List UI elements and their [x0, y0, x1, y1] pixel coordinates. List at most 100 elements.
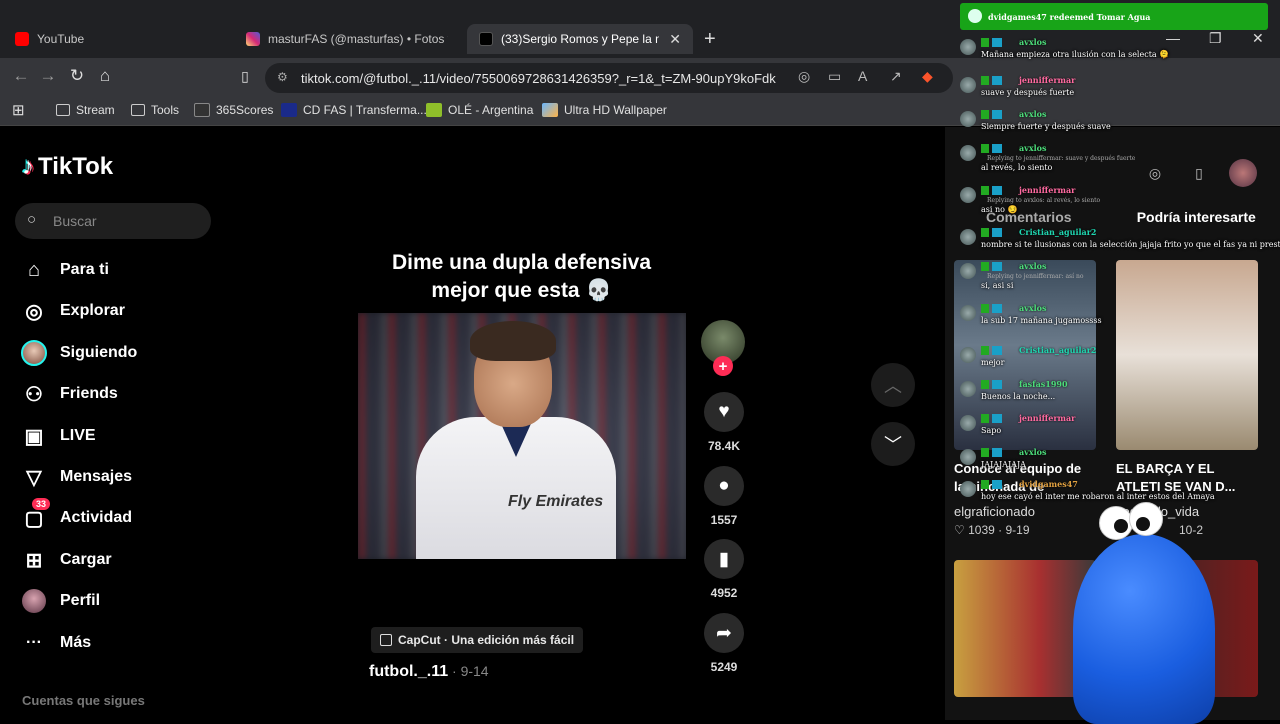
bookmark-link[interactable]: CD FAS | Transferma...: [281, 103, 427, 117]
compass-icon: ◎: [20, 297, 48, 325]
new-tab-button[interactable]: +: [704, 28, 716, 51]
share-button[interactable]: ➦ 5249: [702, 613, 746, 674]
device-icon[interactable]: ▯: [1185, 159, 1213, 187]
nav-label: Mensajes: [60, 468, 132, 486]
chevron-up-icon: ︿: [884, 372, 902, 398]
nav-para-ti[interactable]: ⌂ Para ti: [20, 256, 109, 284]
bookmark-link[interactable]: 365Scores: [194, 103, 273, 117]
notification-badge: 33: [32, 498, 50, 510]
cast-icon[interactable]: ▭: [828, 68, 841, 85]
address-bar[interactable]: ⚙ tiktok.com/@futbol._.11/video/75500697…: [265, 63, 953, 93]
nav-label: Siguiendo: [60, 344, 137, 362]
apps-icon[interactable]: ⊞: [12, 101, 25, 119]
video-player[interactable]: Fly Emirates: [358, 313, 686, 559]
nav-mensajes[interactable]: ▽ Mensajes: [20, 463, 132, 491]
nav-label: Cargar: [60, 551, 112, 569]
video-author[interactable]: elgraficionado: [954, 504, 1035, 519]
bookmark-folder[interactable]: Tools: [131, 103, 179, 117]
bookmark-label: Ultra HD Wallpaper: [564, 103, 667, 117]
comment-button[interactable]: ● 1557: [702, 466, 746, 527]
restore-icon[interactable]: ❐: [1209, 30, 1222, 47]
follow-plus-icon[interactable]: +: [713, 356, 733, 376]
tab-tiktok[interactable]: (33)Sergio Romos y Pepe la mejo ✕: [467, 24, 693, 54]
capcut-tag[interactable]: CapCut · Una edición más fácil: [371, 627, 583, 653]
share-count: 5249: [702, 660, 746, 674]
close-window-icon[interactable]: ✕: [1252, 30, 1264, 47]
tab-title: masturFAS (@masturfas) • Fotos y vid: [268, 32, 448, 46]
nav-actividad[interactable]: ▢33 Actividad: [20, 504, 132, 532]
nav-cargar[interactable]: ⊞ Cargar: [20, 546, 112, 574]
nav-label: Para ti: [60, 261, 109, 279]
capcut-label: CapCut · Una edición más fácil: [398, 633, 574, 647]
translate-icon[interactable]: A: [858, 68, 867, 84]
video-author[interactable]: futbol._.11 · 9-14: [369, 663, 489, 681]
right-panel-tabs: Comentarios Podría interesarte: [945, 209, 1280, 225]
following-icon-wrap: [20, 339, 48, 367]
nav-label: Perfil: [60, 592, 100, 610]
tab-instagram[interactable]: masturFAS (@masturfas) • Fotos y vid: [234, 24, 460, 54]
minimize-icon[interactable]: —: [1166, 30, 1180, 46]
video-thumbnail[interactable]: [954, 260, 1096, 450]
compass-icon[interactable]: ◎: [1141, 159, 1169, 187]
home-icon[interactable]: ⌂: [94, 66, 116, 86]
forward-icon[interactable]: →: [37, 66, 59, 86]
nav-friends[interactable]: ⚇ Friends: [20, 380, 118, 408]
inbox-icon: ▢33: [20, 504, 48, 532]
redeem-icon: [968, 9, 982, 23]
reload-icon[interactable]: ↻: [66, 66, 88, 86]
brave-shield-icon[interactable]: ◆: [922, 68, 933, 85]
bookmark-link[interactable]: Ultra HD Wallpaper: [542, 103, 667, 117]
bookmark-link[interactable]: OLÉ - Argentina: [426, 103, 533, 117]
tab-title: YouTube: [37, 32, 84, 46]
transfermarkt-icon: [281, 103, 297, 117]
like-button[interactable]: ♥ 78.4K: [702, 392, 746, 453]
next-video-button[interactable]: ﹀: [871, 422, 915, 466]
redeem-alert: dvidgames47 redeemed Tomar Agua: [960, 3, 1268, 30]
live-icon: ▣: [20, 422, 48, 450]
nav-siguiendo[interactable]: Siguiendo: [20, 339, 137, 367]
ole-icon: [426, 103, 442, 117]
site-info-icon[interactable]: ⚙: [277, 70, 288, 84]
reader-icon[interactable]: ◎: [798, 68, 810, 85]
mascot-eye: [1099, 506, 1133, 540]
bookmark-icon[interactable]: ▯: [234, 68, 256, 85]
search-icon: ○: [27, 211, 36, 228]
nav-label: LIVE: [60, 427, 96, 445]
share-icon[interactable]: ↗: [890, 68, 902, 85]
like-count: 1039: [968, 523, 995, 537]
tiktok-page: ♪ TikTok ○ Buscar ⌂ Para ti ◎ Explorar S…: [0, 127, 945, 720]
bookmark-folder[interactable]: Stream: [56, 103, 115, 117]
nav-mas[interactable]: ··· Más: [20, 629, 91, 657]
nav-live[interactable]: ▣ LIVE: [20, 422, 96, 450]
send-icon: ▽: [20, 463, 48, 491]
url-text: tiktok.com/@futbol._.11/video/7550069728…: [301, 71, 776, 86]
tab-youtube[interactable]: YouTube: [3, 24, 229, 54]
bookmark-icon: ▮: [704, 539, 744, 579]
video-title[interactable]: EL BARÇA Y EL ATLETI SE VAN D...: [1116, 460, 1256, 496]
tab-comentarios[interactable]: Comentarios: [945, 209, 1113, 225]
search-placeholder: Buscar: [53, 213, 97, 229]
video-stats: ♡ 1039 · 9-19: [954, 523, 1030, 537]
nav-perfil[interactable]: Perfil: [20, 587, 100, 615]
save-count: 4952: [702, 586, 746, 600]
bookmark-label: Tools: [151, 103, 179, 117]
author-name: futbol._.11: [369, 663, 448, 680]
user-avatar[interactable]: [1229, 159, 1257, 187]
video-title[interactable]: Conoce al equipo de la hinchada de: [954, 460, 1094, 496]
caption-line: mejor que esta 💀: [359, 277, 684, 305]
back-icon[interactable]: ←: [10, 66, 32, 86]
plus-square-icon: ⊞: [20, 546, 48, 574]
nav-explorar[interactable]: ◎ Explorar: [20, 297, 125, 325]
search-input[interactable]: ○ Buscar: [15, 203, 211, 239]
post-date: · 9-14: [448, 663, 488, 679]
tiktok-logo[interactable]: ♪ TikTok: [22, 153, 113, 181]
save-button[interactable]: ▮ 4952: [702, 539, 746, 600]
video-thumbnail[interactable]: [1116, 260, 1258, 450]
previous-video-button[interactable]: ︿: [871, 363, 915, 407]
home-icon: ⌂: [20, 256, 48, 284]
tiktok-note-icon: ♪: [22, 153, 34, 181]
toolbar: ← → ↻ ⌂ ▯ ⚙ tiktok.com/@futbol._.11/vide…: [0, 58, 1280, 96]
tab-podria-interesarte[interactable]: Podría interesarte: [1113, 209, 1280, 225]
close-tab-icon[interactable]: ✕: [669, 31, 681, 48]
video-caption: Dime una dupla defensiva mejor que esta …: [359, 249, 684, 305]
